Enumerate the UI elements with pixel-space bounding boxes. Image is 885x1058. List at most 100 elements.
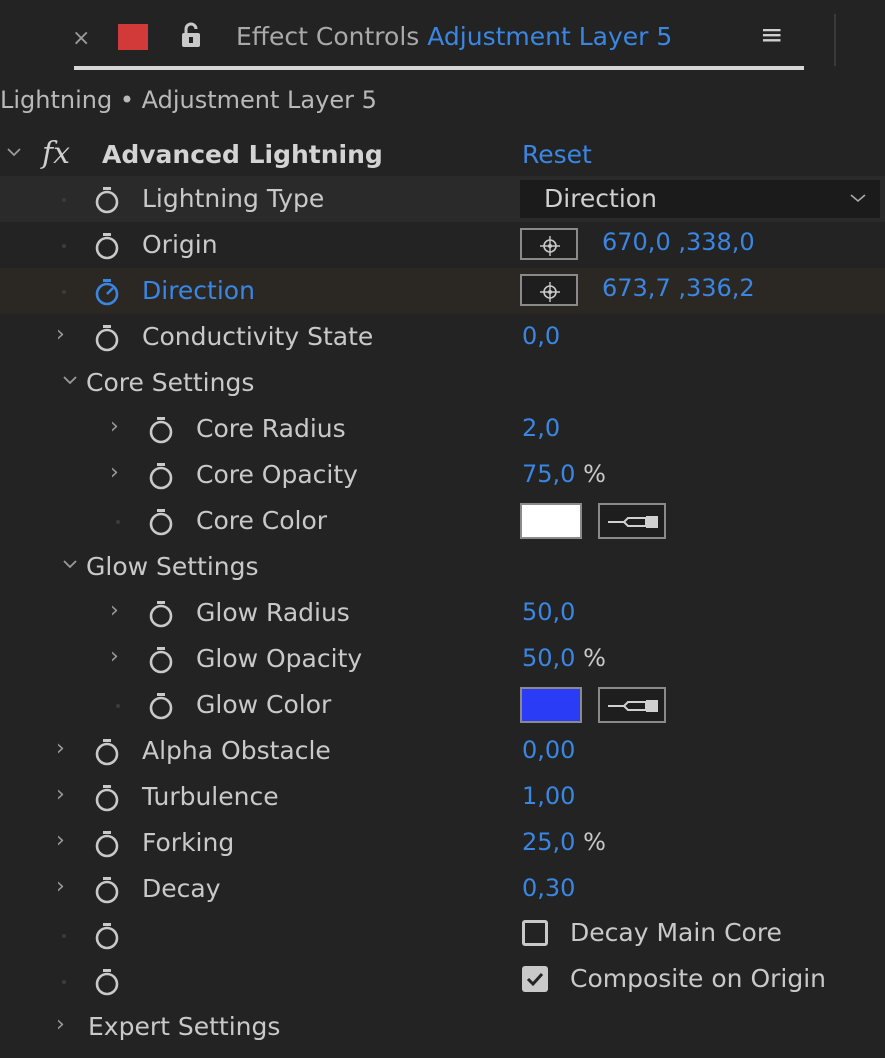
eyedropper-icon — [608, 516, 658, 528]
chevron-right-icon[interactable]: › — [56, 828, 65, 853]
tab-divider — [834, 14, 836, 66]
forking-value[interactable]: 25,0 % — [522, 828, 606, 856]
stopwatch-icon[interactable] — [148, 646, 174, 674]
property-label: Origin — [142, 230, 218, 259]
close-tab-icon[interactable]: × — [72, 26, 90, 51]
stopwatch-icon[interactable] — [148, 416, 174, 444]
chevron-right-icon[interactable]: › — [110, 644, 119, 669]
stopwatch-icon-active[interactable] — [94, 278, 120, 306]
property-row-decay-main-core: Decay Main Core — [0, 912, 885, 958]
stopwatch-icon[interactable] — [148, 462, 174, 490]
effect-controls-panel: × Effect Controls Adjustment Layer 5 ≡ L… — [0, 0, 885, 1058]
group-row-expert-settings[interactable]: › Expert Settings — [0, 1004, 885, 1050]
property-label: Decay — [142, 874, 221, 903]
alpha-obstacle-value[interactable]: 0,00 — [522, 736, 575, 764]
group-label: Expert Settings — [88, 1012, 281, 1041]
eyedropper-icon — [608, 700, 658, 712]
value-unit: % — [583, 644, 606, 672]
property-label: Glow Radius — [196, 598, 350, 627]
chevron-right-icon[interactable]: › — [56, 1012, 65, 1037]
property-label: Core Radius — [196, 414, 346, 443]
decay-main-core-checkbox[interactable] — [522, 920, 548, 946]
property-row-alpha-obstacle: › Alpha Obstacle 0,00 — [0, 728, 885, 774]
eyedropper-button[interactable] — [598, 687, 666, 723]
conductivity-value[interactable]: 0,0 — [522, 322, 560, 350]
property-row-turbulence: › Turbulence 1,00 — [0, 774, 885, 820]
stopwatch-icon[interactable] — [148, 692, 174, 720]
checkbox-label[interactable]: Decay Main Core — [570, 918, 782, 947]
panel-tab-title[interactable]: Effect Controls Adjustment Layer 5 — [236, 22, 672, 51]
property-row-core-opacity: › Core Opacity 75,0 % — [0, 452, 885, 498]
core-color-swatch[interactable] — [520, 503, 582, 539]
property-label: Lightning Type — [142, 184, 325, 213]
stopwatch-icon[interactable] — [94, 876, 120, 904]
layer-name: Adjustment Layer 5 — [427, 22, 673, 51]
unlock-icon[interactable] — [180, 22, 202, 48]
turbulence-value[interactable]: 1,00 — [522, 782, 575, 810]
point-target-button[interactable] — [520, 274, 578, 306]
group-row-glow-settings[interactable]: Glow Settings — [0, 544, 885, 590]
stopwatch-icon[interactable] — [94, 830, 120, 858]
core-radius-value[interactable]: 2,0 — [522, 414, 560, 442]
crosshair-icon — [540, 236, 560, 256]
value-number: 25,0 — [522, 828, 576, 856]
glow-radius-value[interactable]: 50,0 — [522, 598, 575, 626]
eyedropper-button[interactable] — [598, 503, 666, 539]
chevron-right-icon[interactable]: › — [110, 460, 119, 485]
dropdown-value: Direction — [544, 184, 657, 213]
property-row-glow-color: Glow Color — [0, 682, 885, 728]
row-dot — [116, 520, 120, 524]
chevron-down-icon[interactable] — [6, 144, 22, 160]
stopwatch-icon[interactable] — [94, 324, 120, 352]
decay-value[interactable]: 0,30 — [522, 874, 575, 902]
chevron-right-icon[interactable]: › — [110, 414, 119, 439]
stopwatch-icon[interactable] — [94, 232, 120, 260]
property-label: Conductivity State — [142, 322, 374, 351]
layer-label-color-swatch[interactable] — [118, 24, 148, 50]
core-opacity-value[interactable]: 75,0 % — [522, 460, 606, 488]
effect-name: Advanced Lightning — [102, 140, 383, 169]
chevron-right-icon[interactable]: › — [110, 598, 119, 623]
property-label: Forking — [142, 828, 235, 857]
origin-value[interactable]: 670,0 ,338,0 — [602, 228, 755, 256]
property-row-conductivity: › Conductivity State 0,0 — [0, 314, 885, 360]
glow-color-swatch[interactable] — [520, 687, 582, 723]
property-label: Turbulence — [142, 782, 279, 811]
stopwatch-icon[interactable] — [94, 922, 120, 950]
property-row-glow-radius: › Glow Radius 50,0 — [0, 590, 885, 636]
reset-button[interactable]: Reset — [522, 140, 592, 169]
glow-opacity-value[interactable]: 50,0 % — [522, 644, 606, 672]
chevron-right-icon[interactable]: › — [56, 736, 65, 761]
property-row-lightning-type: Lightning Type Direction — [0, 176, 885, 222]
composite-on-origin-checkbox[interactable] — [522, 966, 548, 992]
chevron-down-icon[interactable] — [62, 372, 78, 388]
chevron-right-icon[interactable]: › — [56, 322, 65, 347]
direction-value[interactable]: 673,7 ,336,2 — [602, 274, 755, 302]
lightning-type-dropdown[interactable]: Direction — [520, 180, 880, 218]
value-unit: % — [583, 460, 606, 488]
stopwatch-icon[interactable] — [94, 738, 120, 766]
property-label: Alpha Obstacle — [142, 736, 331, 765]
property-label: Glow Color — [196, 690, 332, 719]
property-row-forking: › Forking 25,0 % — [0, 820, 885, 866]
property-row-core-radius: › Core Radius 2,0 — [0, 406, 885, 452]
chevron-down-icon — [850, 194, 866, 203]
chevron-right-icon[interactable]: › — [56, 874, 65, 899]
crosshair-icon — [540, 282, 560, 302]
stopwatch-icon[interactable] — [94, 784, 120, 812]
effect-header-row[interactable]: fx Advanced Lightning Reset — [0, 132, 885, 178]
fx-icon[interactable]: fx — [42, 136, 70, 171]
chevron-right-icon[interactable]: › — [56, 782, 65, 807]
stopwatch-icon[interactable] — [148, 508, 174, 536]
property-row-decay: › Decay 0,30 — [0, 866, 885, 912]
chevron-down-icon[interactable] — [62, 556, 78, 572]
stopwatch-icon[interactable] — [148, 600, 174, 628]
stopwatch-icon[interactable] — [94, 968, 120, 996]
group-row-core-settings[interactable]: Core Settings — [0, 360, 885, 406]
property-label: Core Color — [196, 506, 328, 535]
panel-tab-bar: × Effect Controls Adjustment Layer 5 ≡ — [0, 0, 885, 72]
panel-menu-icon[interactable]: ≡ — [760, 21, 783, 49]
point-target-button[interactable] — [520, 228, 578, 260]
checkbox-label[interactable]: Composite on Origin — [570, 964, 826, 993]
stopwatch-icon[interactable] — [94, 186, 120, 214]
